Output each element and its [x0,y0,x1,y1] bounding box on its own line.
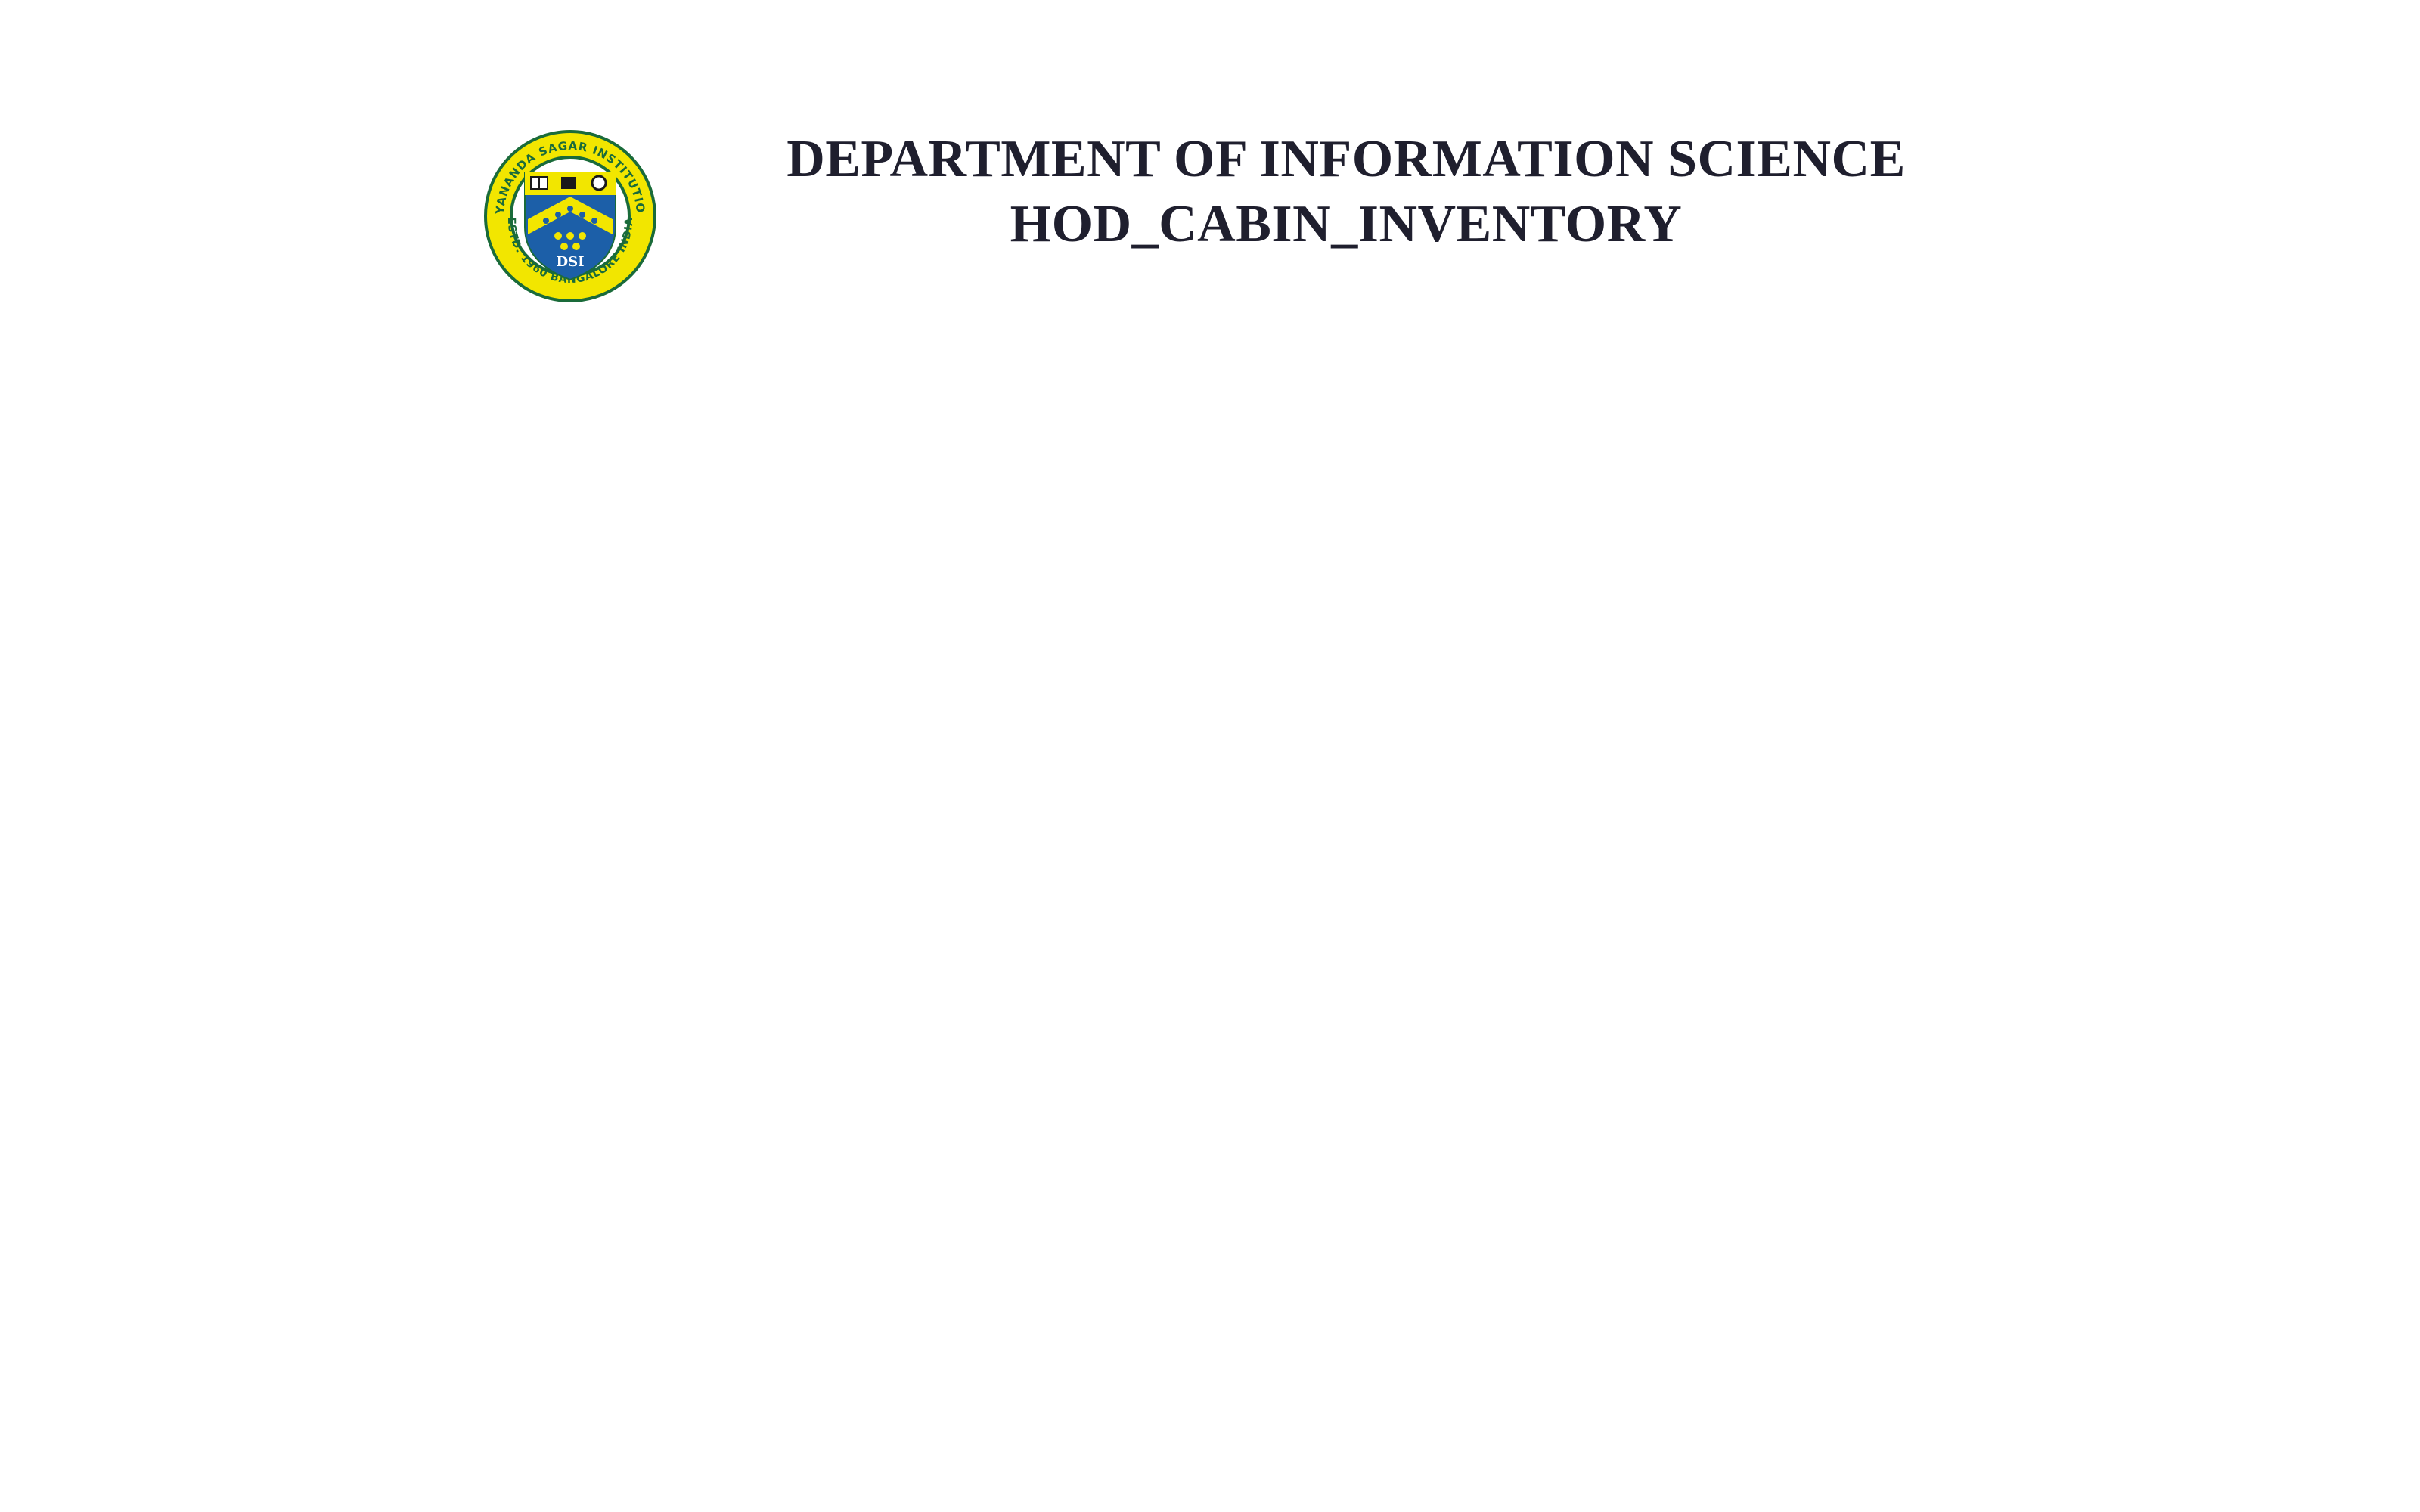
inventory-title: HOD_CABIN_INVENTORY [1010,195,1683,253]
institution-crest-icon: DAYANANDA SAGAR INSTITUTIONS ESTD. 1960 … [482,129,656,302]
document-header: DEPARTMENT OF INFORMATION SCIENCE HOD_CA… [681,127,2012,257]
logo-shield-text: DSI [556,254,584,270]
department-title: DEPARTMENT OF INFORMATION SCIENCE [786,130,1906,188]
document-page: DAYANANDA SAGAR INSTITUTIONS ESTD. 1960 … [0,0,2420,1512]
institution-logo: DAYANANDA SAGAR INSTITUTIONS ESTD. 1960 … [482,129,658,304]
